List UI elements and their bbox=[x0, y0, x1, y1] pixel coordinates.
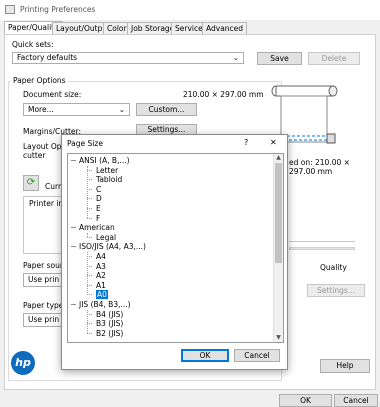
tree-group[interactable]: ISO/JIS (A4, A3,...) bbox=[79, 242, 146, 251]
save-button[interactable]: Save bbox=[257, 52, 302, 65]
help-icon[interactable]: ? bbox=[244, 138, 248, 147]
tree-connector bbox=[87, 309, 88, 334]
tree-group[interactable]: American bbox=[79, 223, 115, 232]
quality-label: Quality bbox=[320, 263, 347, 272]
tree-item[interactable]: D bbox=[96, 194, 102, 203]
current-label: Curr bbox=[45, 182, 62, 191]
paper-type-label: Paper type: bbox=[23, 301, 66, 310]
title-bar: Printing Preferences bbox=[0, 0, 380, 20]
collapse-icon[interactable]: − bbox=[70, 223, 77, 232]
refresh-icon[interactable]: ⟳ bbox=[23, 175, 39, 191]
tree-item[interactable]: A2 bbox=[96, 271, 106, 280]
slider-track bbox=[289, 247, 355, 250]
scroll-down-icon[interactable]: ▼ bbox=[275, 334, 282, 341]
custom-button[interactable]: Custom... bbox=[136, 103, 197, 116]
paper-size-select[interactable]: More... ⌄ bbox=[23, 103, 130, 116]
tree-item[interactable]: B2 (JIS) bbox=[96, 329, 123, 338]
quick-sets-select[interactable]: Factory defaults ⌄ bbox=[12, 52, 244, 64]
scroll-up-icon[interactable]: ▲ bbox=[275, 154, 282, 161]
window-title: Printing Preferences bbox=[20, 5, 96, 14]
dialog-cancel-button[interactable]: Cancel bbox=[234, 349, 280, 362]
chevron-down-icon: ⌄ bbox=[232, 53, 239, 62]
tree-group[interactable]: ANSI (A, B,...) bbox=[79, 156, 130, 165]
delete-button[interactable]: Delete bbox=[308, 52, 360, 65]
quality-slider[interactable] bbox=[289, 241, 355, 255]
paper-size-value: More... bbox=[28, 105, 54, 114]
tree-item[interactable]: C bbox=[96, 185, 101, 194]
dialog-title: Page Size bbox=[67, 139, 103, 148]
close-icon[interactable]: ✕ bbox=[270, 138, 277, 147]
page-size-tree[interactable]: − ANSI (A, B,...) Letter Tabloid C D E F − Americ… bbox=[67, 153, 284, 343]
document-size-value: 210.00 × 297.00 mm bbox=[183, 90, 264, 99]
tree-item-selected[interactable]: A0 bbox=[96, 290, 108, 300]
tree-item[interactable]: B3 (JIS) bbox=[96, 319, 123, 328]
tree-item[interactable]: Tabloid bbox=[96, 175, 122, 184]
tree-item[interactable]: A1 bbox=[96, 281, 106, 290]
tree-connector bbox=[87, 252, 88, 295]
tree-item[interactable]: Legal bbox=[96, 233, 116, 242]
tab-advanced[interactable]: Advanced bbox=[202, 22, 248, 34]
help-button[interactable]: Help bbox=[320, 359, 370, 373]
tree-connector bbox=[87, 232, 88, 238]
collapse-icon[interactable]: − bbox=[70, 156, 77, 165]
quick-sets-label: Quick sets: bbox=[12, 40, 54, 49]
dialog-ok-button[interactable]: OK bbox=[181, 349, 229, 362]
paper-options-label: Paper Options bbox=[11, 76, 68, 85]
printed-on-text: ed on: 210.00 × 297.00 mm bbox=[289, 158, 350, 176]
paper-type-value: Use prin bbox=[28, 315, 60, 324]
collapse-icon[interactable]: − bbox=[70, 242, 77, 251]
tree-item[interactable]: E bbox=[96, 204, 101, 213]
tree-connector bbox=[87, 165, 88, 219]
quality-settings-button[interactable]: Settings... bbox=[307, 284, 365, 297]
document-size-label: Document size: bbox=[23, 90, 82, 99]
scroll-thumb[interactable] bbox=[275, 163, 282, 263]
ok-button[interactable]: OK bbox=[279, 394, 332, 407]
tree-item[interactable]: F bbox=[96, 214, 100, 223]
tree-item[interactable]: B4 (JIS) bbox=[96, 310, 123, 319]
paper-source-value: Use prin bbox=[28, 275, 60, 284]
tree-item[interactable]: A3 bbox=[96, 262, 106, 271]
quick-sets-value: Factory defaults bbox=[17, 53, 78, 62]
layout-options-label-2: cutter bbox=[23, 151, 46, 160]
printer-icon bbox=[5, 5, 15, 14]
chevron-down-icon: ⌄ bbox=[118, 105, 125, 114]
tree-item[interactable]: Letter bbox=[96, 166, 118, 175]
page-size-dialog: Page Size ? ✕ − ANSI (A, B,...) Letter Tabl… bbox=[61, 134, 288, 370]
tree-group[interactable]: JIS (B4, B3,...) bbox=[79, 300, 131, 309]
tree-scrollbar[interactable]: ▲ ▼ bbox=[273, 154, 283, 342]
collapse-icon[interactable]: − bbox=[70, 300, 77, 309]
cancel-button[interactable]: Cancel bbox=[334, 394, 378, 407]
hp-logo: hp bbox=[11, 351, 35, 375]
tree-item[interactable]: A4 bbox=[96, 252, 106, 261]
